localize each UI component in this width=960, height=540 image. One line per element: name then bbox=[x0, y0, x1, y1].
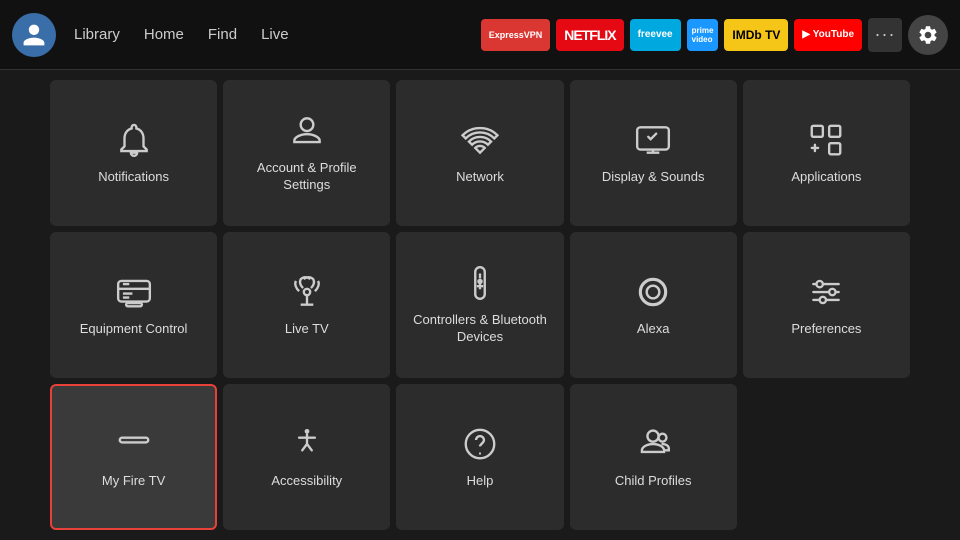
empty-cell bbox=[743, 384, 910, 530]
nav-library[interactable]: Library bbox=[74, 26, 120, 43]
settings-livetv[interactable]: Live TV bbox=[223, 232, 390, 378]
childprofiles-label: Child Profiles bbox=[615, 473, 692, 490]
apps-icon bbox=[807, 121, 845, 159]
person-icon bbox=[288, 112, 326, 150]
equipment-label: Equipment Control bbox=[80, 321, 188, 338]
alexa-icon bbox=[634, 273, 672, 311]
app-imdb[interactable]: IMDb TV bbox=[724, 19, 788, 51]
account-label: Account & Profile Settings bbox=[233, 160, 380, 194]
settings-applications[interactable]: Applications bbox=[743, 80, 910, 226]
antenna-icon bbox=[288, 273, 326, 311]
display-icon bbox=[634, 121, 672, 159]
settings-myfiretv[interactable]: My Fire TV bbox=[50, 384, 217, 530]
top-navigation: Library Home Find Live ExpressVPN NETFLI… bbox=[0, 0, 960, 70]
bell-icon bbox=[115, 121, 153, 159]
nav-home[interactable]: Home bbox=[144, 26, 184, 43]
settings-accessibility[interactable]: Accessibility bbox=[223, 384, 390, 530]
help-label: Help bbox=[467, 473, 494, 490]
settings-notifications[interactable]: Notifications bbox=[50, 80, 217, 226]
alexa-label: Alexa bbox=[637, 321, 670, 338]
child-icon bbox=[634, 425, 672, 463]
more-apps-button[interactable]: ··· bbox=[868, 18, 902, 52]
applications-label: Applications bbox=[791, 169, 861, 186]
display-label: Display & Sounds bbox=[602, 169, 705, 186]
settings-display[interactable]: Display & Sounds bbox=[570, 80, 737, 226]
myfiretv-label: My Fire TV bbox=[102, 473, 165, 490]
settings-childprofiles[interactable]: Child Profiles bbox=[570, 384, 737, 530]
wifi-icon bbox=[461, 121, 499, 159]
nav-live[interactable]: Live bbox=[261, 26, 289, 43]
notifications-label: Notifications bbox=[98, 169, 169, 186]
accessibility-icon bbox=[288, 425, 326, 463]
settings-help[interactable]: Help bbox=[396, 384, 563, 530]
remote-icon bbox=[461, 264, 499, 302]
app-freevee[interactable]: freevee bbox=[630, 19, 681, 51]
app-prime[interactable]: primevideo bbox=[687, 19, 719, 51]
settings-grid: Notifications Account & Profile Settings… bbox=[0, 70, 960, 540]
settings-preferences[interactable]: Preferences bbox=[743, 232, 910, 378]
accessibility-label: Accessibility bbox=[271, 473, 342, 490]
settings-account[interactable]: Account & Profile Settings bbox=[223, 80, 390, 226]
settings-network[interactable]: Network bbox=[396, 80, 563, 226]
settings-equipment[interactable]: Equipment Control bbox=[50, 232, 217, 378]
app-netflix[interactable]: NETFLIX bbox=[556, 19, 623, 51]
monitor-icon bbox=[115, 273, 153, 311]
livetv-label: Live TV bbox=[285, 321, 329, 338]
settings-gear-button[interactable] bbox=[908, 15, 948, 55]
network-label: Network bbox=[456, 169, 504, 186]
app-shortcuts: ExpressVPN NETFLIX freevee primevideo IM… bbox=[481, 15, 948, 55]
settings-alexa[interactable]: Alexa bbox=[570, 232, 737, 378]
controllers-label: Controllers & Bluetooth Devices bbox=[406, 312, 553, 346]
nav-find[interactable]: Find bbox=[208, 26, 237, 43]
user-avatar[interactable] bbox=[12, 13, 56, 57]
help-icon bbox=[461, 425, 499, 463]
settings-controllers[interactable]: Controllers & Bluetooth Devices bbox=[396, 232, 563, 378]
firetv-icon bbox=[115, 425, 153, 463]
app-youtube[interactable]: ▶ YouTube bbox=[794, 19, 862, 51]
preferences-label: Preferences bbox=[791, 321, 861, 338]
nav-links: Library Home Find Live bbox=[74, 26, 289, 43]
app-expressvpn[interactable]: ExpressVPN bbox=[481, 19, 551, 51]
sliders-icon bbox=[807, 273, 845, 311]
